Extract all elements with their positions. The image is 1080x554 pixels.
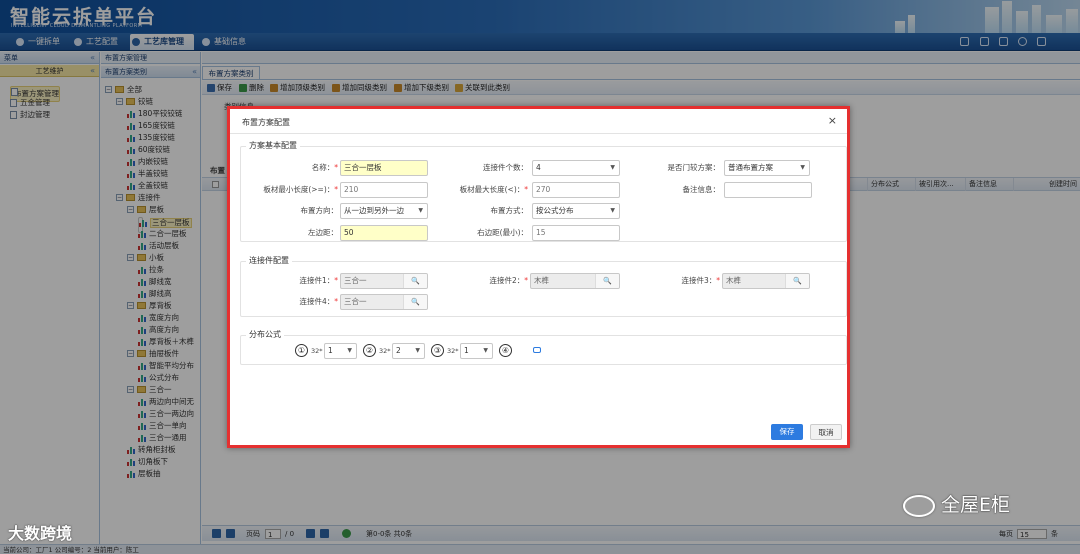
right-margin-input[interactable]: 15 — [532, 225, 620, 241]
right-margin-label: 右边距(最小)： — [477, 228, 528, 237]
required-marker: * — [524, 185, 528, 194]
required-marker: * — [334, 185, 338, 194]
connector-value: 木榫 — [726, 276, 741, 285]
door-compare-select[interactable]: 普通布置方案 ▼ — [724, 160, 810, 176]
dropdown-arrow-icon: ▼ — [347, 347, 352, 354]
search-icon[interactable]: 🔍 — [595, 274, 619, 288]
connector-3-label: 连接件3：* — [640, 274, 720, 288]
watermark-left: 大数跨境 — [8, 524, 73, 543]
connector-count-select[interactable]: 4 ▼ — [532, 160, 620, 176]
connector-2-field[interactable]: 木榫 🔍 — [530, 273, 620, 289]
formula-multiplier: 32* — [379, 347, 391, 355]
connector-config-legend: 连接件配置 — [246, 255, 292, 266]
formula-marker-3: ③ — [431, 344, 444, 357]
select-value: 普通布置方案 — [728, 163, 773, 172]
remark-label: 备注信息： — [682, 185, 721, 194]
dropdown-arrow-icon: ▼ — [418, 207, 423, 214]
select-value: 按公式分布 — [536, 206, 574, 215]
connector-label-text: 连接件1： — [299, 276, 335, 285]
max-length-label: 板材最大长度(<)：* — [436, 183, 528, 197]
connector-1-field[interactable]: 三合一 🔍 — [340, 273, 428, 289]
dropdown-arrow-icon: ▼ — [610, 207, 615, 214]
min-length-input[interactable]: 210 — [340, 182, 428, 198]
connector-1-label: 连接件1：* — [260, 274, 338, 288]
cancel-button[interactable]: 取消 — [810, 424, 842, 440]
connector-label-text: 连接件3： — [681, 276, 717, 285]
formula-select-3[interactable]: 1 ▼ — [460, 343, 493, 359]
dropdown-arrow-icon: ▼ — [415, 347, 420, 354]
name-label-text: 名称： — [311, 163, 335, 172]
method-select[interactable]: 按公式分布 ▼ — [532, 203, 620, 219]
direction-select[interactable]: 从一边到另外一边 ▼ — [340, 203, 428, 219]
dropdown-arrow-icon: ▼ — [483, 347, 488, 354]
min-length-label-text: 板材最小长度(>=)： — [263, 185, 335, 194]
select-value: 从一边到另外一边 — [344, 206, 404, 215]
connector-value: 三合一 — [344, 297, 367, 306]
comment-icon[interactable] — [533, 347, 541, 353]
connector-4-field[interactable]: 三合一 🔍 — [340, 294, 428, 310]
select-value: 1 — [328, 346, 333, 355]
watermark-right-text: 全屋E柜 — [941, 494, 1011, 516]
max-length-input[interactable]: 270 — [532, 182, 620, 198]
layout-scheme-dialog: 布置方案配置 × 方案基本配置 名称：* 三合一层板 连接件个数： 4 ▼ 是否门… — [227, 106, 850, 448]
formula-multiplier: 32* — [311, 347, 323, 355]
method-label: 布置方式： — [490, 206, 529, 215]
formula-legend: 分布公式 — [246, 329, 284, 340]
connector-value: 木榫 — [534, 276, 549, 285]
required-marker: * — [334, 276, 338, 285]
connector-4-label: 连接件4：* — [260, 295, 338, 309]
required-marker: * — [716, 276, 720, 285]
remark-textarea[interactable] — [724, 182, 812, 198]
connector-count-label: 连接件个数： — [483, 163, 528, 172]
connector-label-text: 连接件2： — [489, 276, 525, 285]
close-icon[interactable]: × — [828, 114, 837, 127]
search-icon[interactable]: 🔍 — [403, 274, 427, 288]
formula-marker-2: ② — [363, 344, 376, 357]
door-compare-label: 是否门较方案： — [667, 163, 721, 172]
select-value: 2 — [396, 346, 401, 355]
connector-2-label: 连接件2：* — [450, 274, 528, 288]
dialog-title: 布置方案配置 — [242, 118, 290, 127]
max-length-label-text: 板材最大长度(<)： — [459, 185, 525, 194]
required-marker: * — [524, 276, 528, 285]
required-marker: * — [334, 163, 338, 172]
left-margin-input[interactable]: 50 — [340, 225, 428, 241]
search-icon[interactable]: 🔍 — [785, 274, 809, 288]
dropdown-arrow-icon: ▼ — [800, 164, 805, 171]
required-marker: * — [334, 297, 338, 306]
connector-label-text: 连接件4： — [299, 297, 335, 306]
connector-3-field[interactable]: 木榫 🔍 — [722, 273, 810, 289]
basic-config-legend: 方案基本配置 — [246, 140, 300, 151]
dropdown-arrow-icon: ▼ — [610, 164, 615, 171]
formula-multiplier: 32* — [447, 347, 459, 355]
wechat-icon — [903, 494, 935, 517]
left-margin-label: 左边距： — [308, 228, 338, 237]
direction-label: 布置方向： — [300, 206, 339, 215]
dialog-title-divider — [230, 133, 847, 134]
select-value: 4 — [536, 163, 541, 172]
app-root: 智能云拆单平台 INTELLIGENT CLOUD DISMANTLING PL… — [0, 0, 1080, 554]
select-value: 1 — [464, 346, 469, 355]
search-icon[interactable]: 🔍 — [403, 295, 427, 309]
connector-value: 三合一 — [344, 276, 367, 285]
formula-marker-4: ④ — [499, 344, 512, 357]
watermark-right: 全屋E柜 — [903, 490, 1010, 517]
formula-marker-1: ① — [295, 344, 308, 357]
name-label: 名称：* — [250, 161, 338, 175]
save-button[interactable]: 保存 — [771, 424, 803, 440]
min-length-label: 板材最小长度(>=)：* — [238, 183, 338, 197]
formula-select-2[interactable]: 2 ▼ — [392, 343, 425, 359]
formula-select-1[interactable]: 1 ▼ — [324, 343, 357, 359]
name-input[interactable]: 三合一层板 — [340, 160, 428, 176]
